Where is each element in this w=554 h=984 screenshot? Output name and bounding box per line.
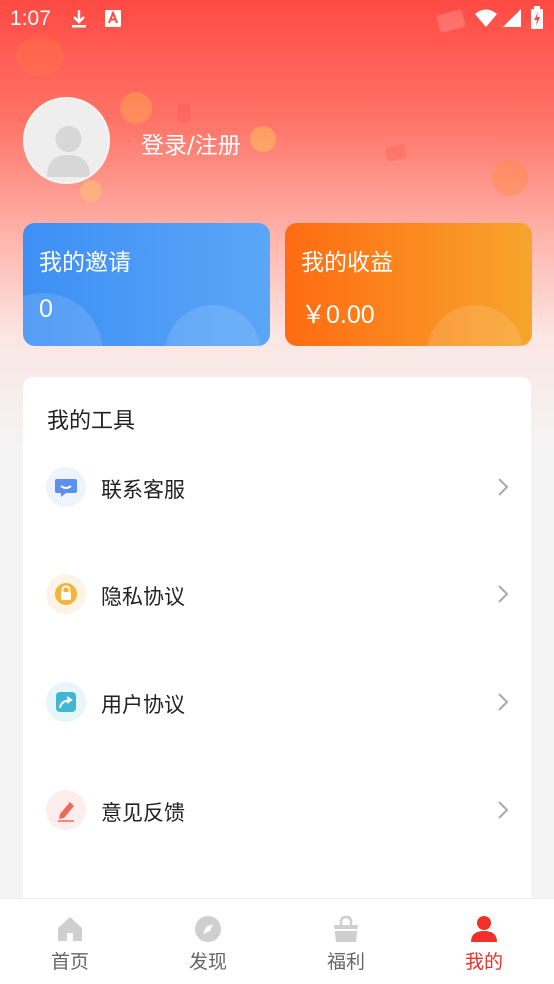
decor-coin: [120, 92, 152, 124]
decor-coin: [80, 180, 102, 202]
decor-coin: [250, 126, 276, 152]
chevron-right-icon: [498, 585, 509, 603]
nav-label: 我的: [464, 951, 503, 973]
default-avatar-icon: [47, 126, 90, 177]
home-icon: [58, 917, 82, 941]
signal-icon: [503, 9, 521, 27]
chevron-right-icon: [498, 693, 509, 711]
my-income-card[interactable]: 我的收益 ￥0.00: [285, 223, 532, 346]
tool-item-privacy-policy[interactable]: 隐私协议: [23, 574, 531, 634]
share-icon: [46, 682, 86, 722]
compass-icon: [195, 916, 221, 942]
download-icon: [72, 10, 86, 28]
app-notification-icon: [105, 10, 121, 27]
nav-label: 发现: [188, 951, 227, 973]
tool-item-label: 用户协议: [101, 693, 185, 717]
bag-icon: [334, 915, 358, 942]
bottom-nav: 首页 发现 福利 我的: [0, 898, 554, 984]
my-tools-panel: 我的工具 联系客服 隐私协议 用户协议 意见反馈: [23, 377, 531, 917]
pen-icon: [46, 790, 86, 830]
battery-icon: [531, 6, 543, 29]
nav-item-home[interactable]: 首页: [20, 899, 120, 984]
decor-coin: [492, 160, 528, 196]
login-register-link[interactable]: 登录/注册: [141, 126, 241, 160]
my-invite-card[interactable]: 我的邀请 0: [23, 223, 270, 346]
status-time: 1:07: [10, 7, 51, 30]
avatar[interactable]: [23, 97, 110, 184]
nav-item-mine[interactable]: 我的: [434, 899, 534, 984]
status-bar: 1:07: [0, 0, 554, 40]
lock-icon: [46, 574, 86, 614]
tool-item-label: 隐私协议: [101, 585, 185, 609]
my-invite-value: 0: [39, 295, 53, 323]
chevron-right-icon: [498, 801, 509, 819]
tool-item-label: 联系客服: [101, 478, 185, 502]
my-income-title: 我的收益: [301, 250, 393, 276]
tool-item-customer-service[interactable]: 联系客服: [23, 467, 531, 527]
decor-envelope: [384, 144, 408, 162]
wifi-icon: [475, 9, 497, 27]
chevron-right-icon: [498, 478, 509, 496]
decor-coin: [16, 36, 64, 76]
my-invite-title: 我的邀请: [39, 250, 131, 276]
tool-item-feedback[interactable]: 意见反馈: [23, 790, 531, 850]
my-tools-title: 我的工具: [47, 409, 136, 434]
decor-envelope: [178, 104, 190, 122]
tool-item-user-agreement[interactable]: 用户协议: [23, 682, 531, 742]
nav-item-welfare[interactable]: 福利: [296, 899, 396, 984]
nav-label: 首页: [50, 951, 89, 973]
tool-item-label: 意见反馈: [101, 801, 185, 825]
chat-icon: [46, 467, 86, 507]
user-icon: [471, 916, 497, 942]
nav-item-discover[interactable]: 发现: [158, 899, 258, 984]
my-income-value: ￥0.00: [301, 301, 375, 329]
nav-label: 福利: [326, 951, 365, 973]
